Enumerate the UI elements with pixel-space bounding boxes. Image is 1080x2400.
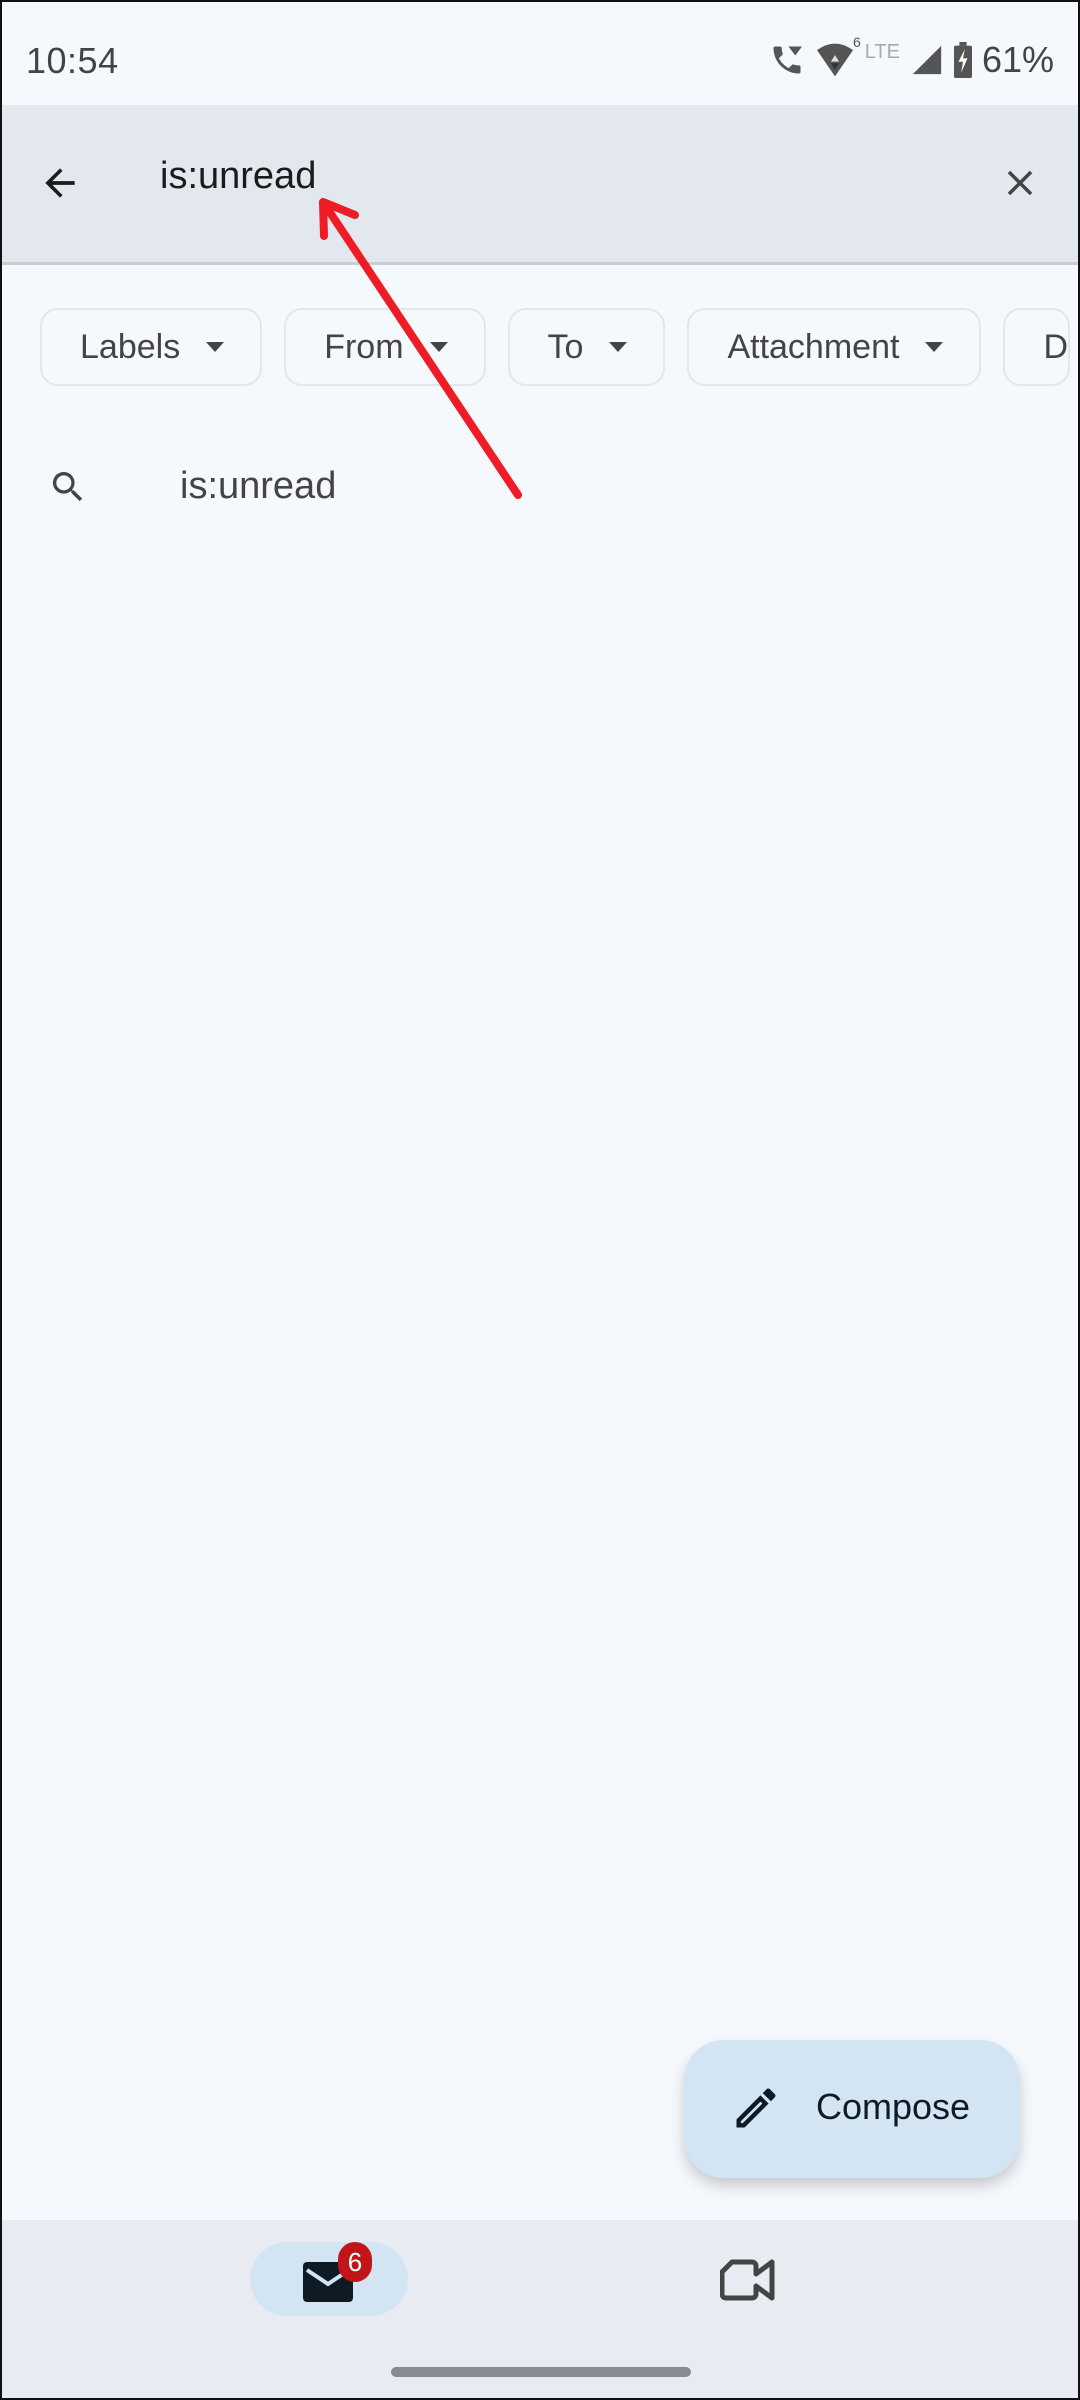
bottom-navigation: 6 — [0, 2220, 1080, 2400]
chip-label: From — [324, 327, 404, 366]
chip-to[interactable]: To — [507, 308, 666, 386]
pencil-icon — [730, 2082, 782, 2139]
status-time: 10:54 — [26, 40, 119, 81]
network-type: LTE — [864, 40, 900, 63]
wifi-badge: 6 — [852, 34, 861, 50]
chip-date[interactable]: D — [1003, 308, 1070, 386]
filter-chips: Labels From To Attachment D — [40, 308, 1070, 388]
close-icon — [1007, 170, 1033, 196]
signal-icon — [910, 43, 944, 77]
chip-label: To — [547, 327, 584, 366]
nav-meet[interactable] — [719, 2258, 780, 2308]
suggestion-text: is:unread — [180, 465, 337, 507]
dropdown-caret-icon — [429, 342, 448, 352]
search-query[interactable]: is:unread — [160, 155, 316, 198]
arrow-left-icon — [45, 168, 75, 198]
battery-percent: 61% — [981, 39, 1054, 80]
wifi-icon: 6 — [815, 34, 861, 78]
battery-charging-icon — [953, 42, 972, 78]
chip-labels[interactable]: Labels — [40, 308, 263, 386]
chip-from[interactable]: From — [284, 308, 486, 386]
compose-label: Compose — [816, 2086, 971, 2127]
chip-label: D — [1043, 327, 1068, 366]
video-camera-icon — [719, 2259, 775, 2301]
dropdown-caret-icon — [206, 342, 225, 352]
dropdown-caret-icon — [925, 342, 944, 352]
wifi-calling-icon — [769, 42, 805, 78]
home-indicator[interactable] — [391, 2367, 691, 2377]
dropdown-caret-icon — [609, 342, 628, 352]
back-button[interactable] — [30, 153, 90, 213]
chip-label: Labels — [80, 327, 181, 366]
status-bar: 10:54 6 LTE 61% — [0, 0, 1080, 105]
status-icons: 6 LTE 61% — [769, 34, 1054, 82]
search-icon — [48, 467, 88, 512]
compose-button[interactable]: Compose — [684, 2040, 1020, 2178]
search-header: is:unread — [0, 105, 1080, 265]
unread-badge: 6 — [338, 2242, 372, 2282]
search-suggestion[interactable]: is:unread — [0, 445, 1080, 530]
nav-mail[interactable]: 6 — [250, 2242, 408, 2316]
clear-search-button[interactable] — [990, 153, 1050, 213]
chip-label: Attachment — [727, 327, 900, 366]
chip-attachment[interactable]: Attachment — [687, 308, 982, 386]
